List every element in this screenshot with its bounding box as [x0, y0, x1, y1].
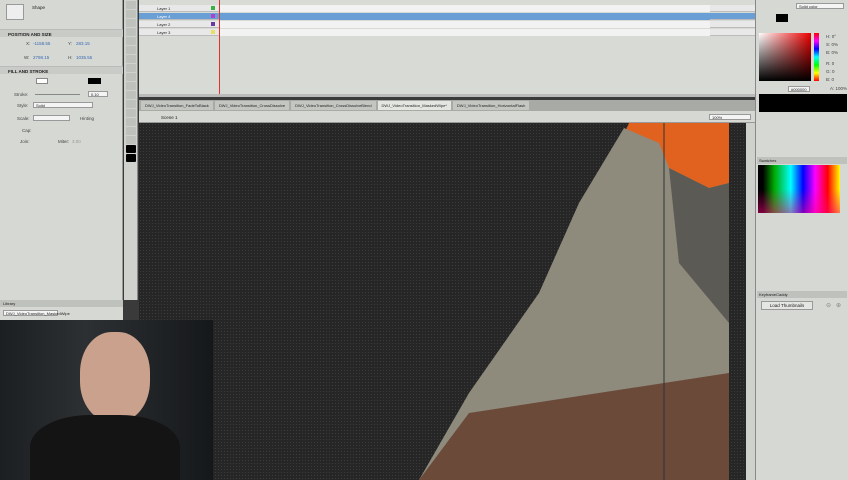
line-tool-icon[interactable] [126, 55, 136, 63]
style-label: Style: [17, 103, 29, 108]
color-picker[interactable] [759, 33, 811, 81]
object-type: Shape [32, 5, 46, 10]
scale-label: Scale: [17, 116, 30, 121]
subselection-tool-icon[interactable] [126, 10, 136, 18]
hand-tool-icon[interactable] [126, 127, 136, 135]
style-dropdown[interactable]: Solid [33, 102, 93, 108]
zoom-tool-icon[interactable] [126, 136, 136, 144]
rectangle-tool-icon[interactable] [126, 64, 136, 72]
h-label: H: [68, 55, 73, 60]
bone-tool-icon[interactable] [126, 91, 136, 99]
lasso-tool-icon[interactable] [126, 28, 136, 36]
tab-cross-dissolve[interactable]: DWJ_VideoTransition_CrossDissolve [214, 101, 290, 110]
playhead[interactable] [219, 0, 220, 95]
stage-canvas[interactable] [139, 123, 746, 480]
eraser-tool-icon[interactable] [126, 118, 136, 126]
presenter-face [80, 332, 150, 422]
tab-cross-dissolve-blend[interactable]: DWJ_VideoTransition_CrossDissolveBlend [291, 101, 376, 110]
miter-value[interactable]: 3.00 [72, 139, 81, 144]
layer-row-selected[interactable]: Layer 4 [139, 13, 755, 20]
y-label: Y: [68, 41, 73, 46]
hue-slider[interactable] [814, 33, 819, 81]
stroke-label: Stroke: [14, 92, 29, 97]
swatches-tab[interactable]: Swatches [757, 157, 847, 164]
cap-label: Cap: [22, 128, 32, 133]
position-section[interactable]: POSITION AND SIZE [0, 29, 123, 37]
zoom-out-icon[interactable]: ⊖ [826, 302, 831, 309]
text-tool-icon[interactable] [126, 46, 136, 54]
y-value[interactable]: 283.15 [76, 41, 90, 46]
color-type-dropdown[interactable]: Solid color [796, 3, 844, 9]
layer-name: Layer 3 [157, 30, 171, 35]
layer-row[interactable]: Layer 2 [139, 21, 755, 28]
x-label: X: [26, 41, 31, 46]
fill-color-swatch[interactable] [88, 78, 101, 84]
layer-name: Layer 4 [157, 14, 171, 19]
zoom-dropdown[interactable]: 100% [709, 114, 751, 120]
timeline-panel: Layer 1 Layer 4 Layer 2 Layer 3 [139, 0, 755, 97]
miter-label: Miter: [58, 139, 70, 144]
selection-tool-icon[interactable] [126, 1, 136, 9]
document-tabs: DWJ_VideoTransition_FadeToBlack DWJ_Vide… [139, 100, 755, 111]
h-value[interactable]: 1035.55 [76, 55, 92, 60]
stroke-color-swatch[interactable] [36, 78, 48, 84]
fill-color-tool[interactable] [126, 154, 136, 162]
x-value[interactable]: -1158.55 [33, 41, 50, 46]
library-document-dropdown[interactable]: DWJ_VideoTransition_MaskedWipe [3, 310, 70, 316]
swatch-grid[interactable] [758, 165, 840, 213]
timeline-controls[interactable] [139, 94, 755, 97]
color-preview [759, 94, 847, 112]
eyedropper-tool-icon[interactable] [126, 109, 136, 117]
shape-icon [6, 4, 24, 20]
properties-panel: Shape POSITION AND SIZE X: -1158.55 Y: 2… [0, 0, 123, 300]
scene-label[interactable]: Scene 1 [161, 115, 178, 120]
library-panel: Library DWJ_VideoTransition_MaskedWipe [0, 300, 123, 320]
keyframe-caddy-tab[interactable]: KeyframeCaddy [757, 291, 847, 298]
red-value[interactable]: R: 0 [826, 61, 834, 66]
layer-row[interactable]: Layer 1 [139, 5, 755, 12]
w-value[interactable]: 2798.15 [33, 55, 49, 60]
right-panel: Solid color H: 0° S: 0% B: 0% R: 0 G: 0 … [755, 0, 848, 480]
scene-bar: Scene 1 100% [139, 111, 755, 123]
saturation-value[interactable]: S: 0% [826, 42, 838, 47]
pen-tool-icon[interactable] [126, 37, 136, 45]
alpha-value[interactable]: A: 100% [830, 86, 847, 91]
brush-tool-icon[interactable] [126, 82, 136, 90]
green-value[interactable]: G: 0 [826, 69, 835, 74]
vertical-scrollbar[interactable] [746, 123, 755, 480]
load-thumbnails-button[interactable]: Load Thumbnails [761, 301, 813, 310]
library-tab[interactable]: Library [0, 300, 123, 307]
hinting-checkbox[interactable]: Hinting [80, 116, 94, 121]
layer-name: Layer 2 [157, 22, 171, 27]
join-label: Join: [20, 139, 30, 144]
hex-input[interactable]: #000000 [788, 86, 810, 92]
scale-dropdown[interactable] [33, 115, 70, 121]
stroke-slider[interactable] [35, 94, 80, 95]
zoom-in-icon[interactable]: ⊕ [836, 302, 841, 309]
hue-value[interactable]: H: 0° [826, 34, 836, 39]
brightness-value[interactable]: B: 0% [826, 50, 838, 55]
layer-name: Layer 1 [157, 6, 171, 11]
free-transform-tool-icon[interactable] [126, 19, 136, 27]
blue-value[interactable]: B: 0 [826, 77, 834, 82]
stroke-color-tool[interactable] [126, 145, 136, 153]
fill-section[interactable]: FILL AND STROKE [0, 66, 123, 74]
artwork [419, 123, 729, 480]
webcam-overlay [0, 320, 213, 480]
fill-color-swatch[interactable] [776, 14, 788, 22]
tab-horizontal-flash[interactable]: DWJ_VideoTransition_HorizontalFlash [452, 101, 530, 110]
presenter-shirt [30, 415, 180, 480]
pencil-tool-icon[interactable] [126, 73, 136, 81]
paint-bucket-tool-icon[interactable] [126, 100, 136, 108]
tab-fade-to-black[interactable]: DWJ_VideoTransition_FadeToBlack [141, 101, 213, 110]
stroke-input[interactable]: 0.10 [88, 91, 108, 97]
tools-panel [124, 0, 138, 300]
layer-row[interactable]: Layer 3 [139, 29, 755, 36]
tab-masked-wipe[interactable]: DWJ_VideoTransition_MaskedWipe* [377, 101, 451, 110]
w-label: W: [24, 55, 30, 60]
